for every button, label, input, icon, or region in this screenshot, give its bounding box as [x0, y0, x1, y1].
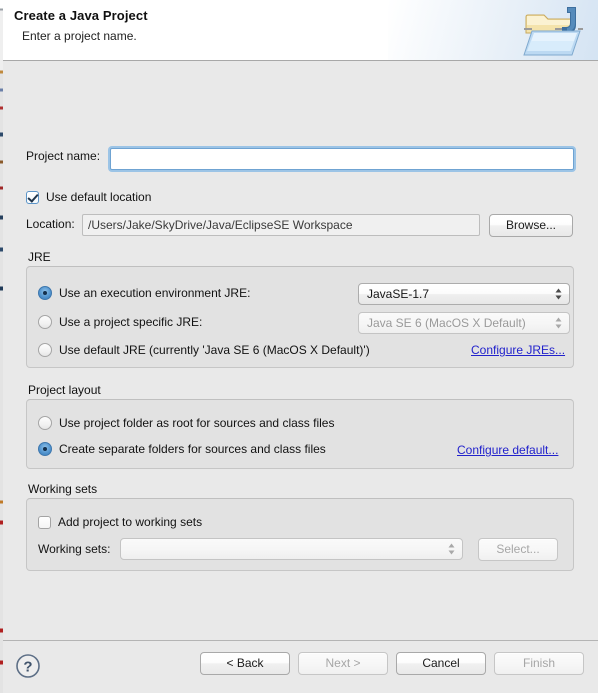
use-default-location-row[interactable]: Use default location [26, 190, 151, 204]
wizard-footer: ? < Back Next > Cancel Finish [0, 641, 598, 693]
jre-project-specific-radio[interactable] [38, 315, 52, 329]
jre-execution-environment-combo-value: JavaSE-1.7 [367, 287, 430, 301]
location-input[interactable] [82, 214, 480, 236]
layout-separate-folders-radio-row[interactable]: Create separate folders for sources and … [38, 442, 326, 456]
jre-project-specific-combo[interactable]: Java SE 6 (MacOS X Default) [358, 312, 570, 334]
add-project-to-working-sets-label: Add project to working sets [58, 515, 203, 529]
add-project-to-working-sets-checkbox[interactable] [38, 515, 51, 529]
location-row: Location: [26, 217, 75, 231]
window-edge-bleed [0, 0, 3, 693]
jre-project-specific-radio-row[interactable]: Use a project specific JRE: [38, 315, 202, 329]
layout-separate-folders-label: Create separate folders for sources and … [59, 442, 326, 456]
back-button[interactable]: < Back [200, 652, 290, 675]
jre-default-radio-row[interactable]: Use default JRE (currently 'Java SE 6 (M… [38, 343, 370, 357]
project-name-label: Project name: [26, 149, 101, 163]
layout-project-folder-radio-row[interactable]: Use project folder as root for sources a… [38, 416, 334, 430]
wizard-header: Create a Java Project Enter a project na… [0, 0, 598, 61]
working-sets-combo-label: Working sets: [38, 542, 111, 556]
java-project-folder-icon [522, 3, 584, 59]
add-project-to-working-sets-row[interactable]: Add project to working sets [38, 515, 202, 529]
jre-default-radio[interactable] [38, 343, 52, 357]
footer-button-bar: < Back Next > Cancel Finish [200, 652, 584, 675]
cancel-button[interactable]: Cancel [396, 652, 486, 675]
project-layout-group [26, 399, 574, 469]
working-sets-select-button[interactable]: Select... [478, 538, 558, 561]
jre-project-specific-combo-value: Java SE 6 (MacOS X Default) [367, 316, 526, 330]
layout-separate-folders-radio[interactable] [38, 442, 52, 456]
jre-group-label: JRE [28, 250, 51, 264]
layout-project-folder-label: Use project folder as root for sources a… [59, 416, 335, 430]
working-sets-combo[interactable] [120, 538, 463, 560]
page-subtitle: Enter a project name. [22, 29, 137, 43]
layout-project-folder-radio[interactable] [38, 416, 52, 430]
project-name-row: Project name: [26, 149, 100, 163]
next-button[interactable]: Next > [298, 652, 388, 675]
page-title: Create a Java Project [14, 8, 148, 23]
svg-text:?: ? [23, 659, 32, 676]
wizard-body: Project name: Use default location Locat… [0, 61, 598, 641]
chevron-updown-icon [555, 288, 562, 300]
use-default-location-checkbox[interactable] [26, 190, 39, 204]
working-sets-group-label: Working sets [28, 482, 98, 496]
jre-execution-environment-combo[interactable]: JavaSE-1.7 [358, 283, 570, 305]
use-default-location-label: Use default location [46, 190, 152, 204]
browse-button[interactable]: Browse... [489, 214, 573, 237]
jre-default-label: Use default JRE (currently 'Java SE 6 (M… [59, 343, 370, 357]
help-question-icon[interactable]: ? [15, 653, 41, 682]
location-label: Location: [26, 217, 75, 231]
jre-execution-environment-radio[interactable] [38, 286, 52, 300]
project-layout-group-label: Project layout [28, 383, 101, 397]
finish-button[interactable]: Finish [494, 652, 584, 675]
jre-project-specific-label: Use a project specific JRE: [59, 315, 203, 329]
project-name-input[interactable] [110, 148, 574, 170]
jre-execution-environment-radio-row[interactable]: Use an execution environment JRE: [38, 286, 250, 300]
configure-jres-link[interactable]: Configure JREs... [471, 343, 565, 357]
create-java-project-dialog: Create a Java Project Enter a project na… [0, 0, 598, 693]
jre-execution-environment-label: Use an execution environment JRE: [59, 286, 251, 300]
chevron-updown-icon [448, 543, 455, 555]
chevron-updown-icon [555, 317, 562, 329]
configure-default-link[interactable]: Configure default... [457, 443, 558, 457]
working-sets-combo-row: Working sets: [38, 542, 110, 556]
